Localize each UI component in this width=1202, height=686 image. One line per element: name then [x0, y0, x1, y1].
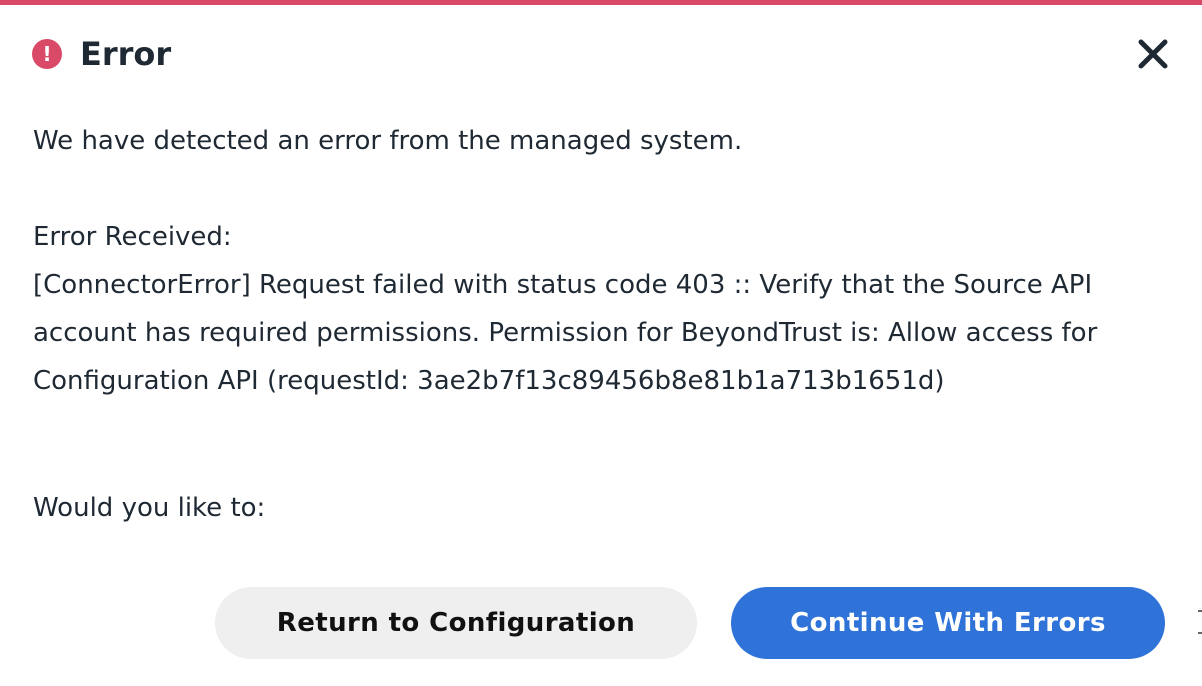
continue-with-errors-button[interactable]: Continue With Errors [731, 587, 1165, 659]
dialog-title: Error [80, 35, 172, 73]
dialog-actions: Return to Configuration Continue With Er… [215, 587, 1165, 659]
error-received-label: Error Received: [33, 222, 232, 252]
error-message: [ConnectorError] Request failed with sta… [33, 270, 1098, 396]
error-dialog: ! Error We have detected an error from t… [0, 0, 1202, 686]
return-to-configuration-button[interactable]: Return to Configuration [215, 587, 697, 659]
exclamation-circle-icon: ! [32, 39, 62, 69]
close-icon [1138, 39, 1168, 69]
close-button[interactable] [1135, 36, 1171, 72]
error-intro-text: We have detected an error from the manag… [33, 126, 743, 156]
question-text: Would you like to: [33, 493, 266, 523]
edge-resize-marker [1198, 610, 1202, 634]
dialog-header: ! Error [32, 35, 171, 73]
